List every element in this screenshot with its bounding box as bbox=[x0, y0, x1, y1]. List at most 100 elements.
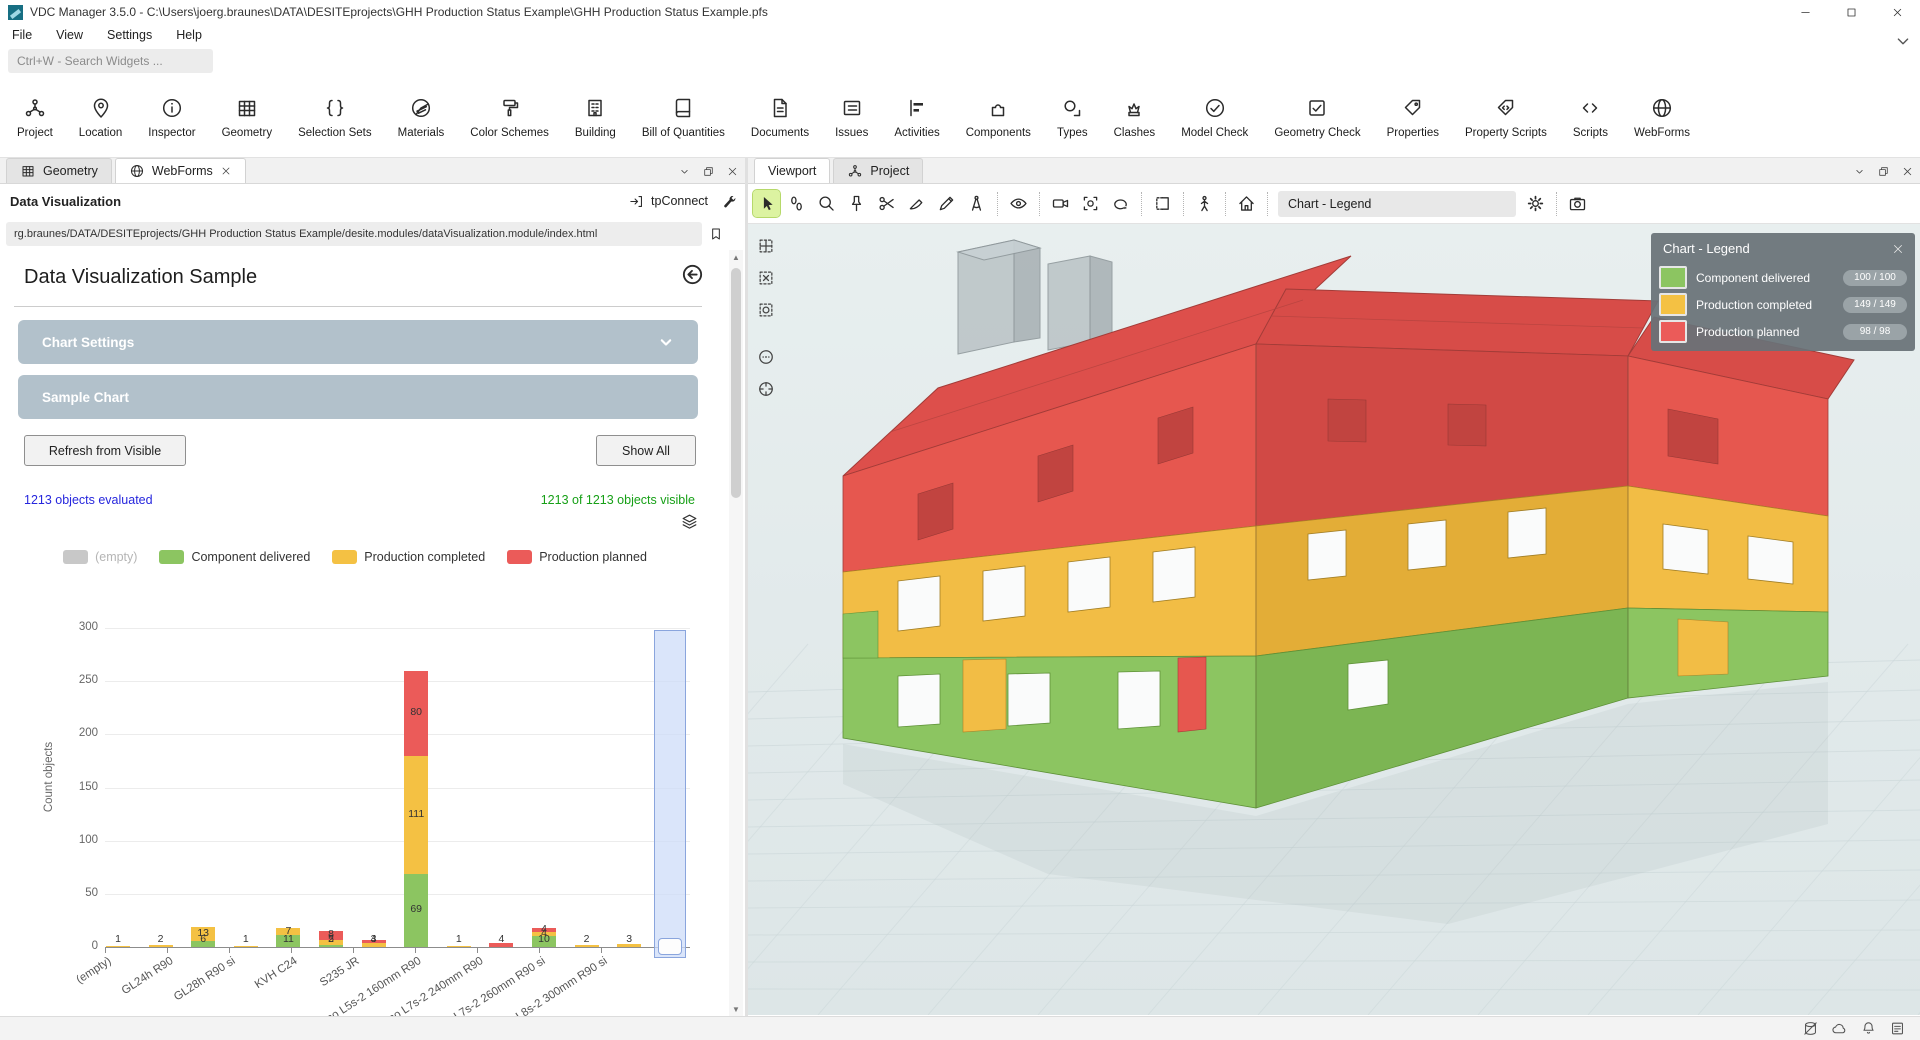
measure-tool[interactable] bbox=[963, 190, 990, 217]
close-button[interactable] bbox=[1898, 162, 1916, 180]
chart-settings-section[interactable]: Chart Settings bbox=[18, 320, 698, 364]
float-panel-button[interactable] bbox=[1874, 162, 1892, 180]
markup-tool[interactable] bbox=[933, 190, 960, 217]
left-tab-webforms[interactable]: WebForms bbox=[115, 158, 246, 183]
tab-close-button[interactable] bbox=[220, 165, 232, 177]
zoom-tool[interactable] bbox=[813, 190, 840, 217]
menu-file[interactable]: File bbox=[12, 28, 32, 42]
minimize-button[interactable] bbox=[1782, 0, 1828, 24]
toolbar-item-components[interactable]: Components bbox=[953, 90, 1044, 145]
walkthrough-tool[interactable] bbox=[1191, 190, 1218, 217]
toolbar-item-types[interactable]: Types bbox=[1044, 90, 1101, 145]
chart-zoom-handle[interactable] bbox=[658, 938, 682, 955]
camera-view-combo[interactable]: Chart - Legend bbox=[1278, 191, 1516, 217]
scrollbar-thumb[interactable] bbox=[731, 268, 741, 498]
camera-mode-tool[interactable] bbox=[1047, 190, 1074, 217]
scroll-up-arrow[interactable]: ▲ bbox=[729, 250, 743, 264]
section-tool[interactable] bbox=[1149, 190, 1176, 217]
viewport-3d[interactable]: Chart - Legend Component delivered100 / … bbox=[748, 224, 1920, 1015]
settings-wrench-button[interactable] bbox=[720, 193, 737, 210]
menu-help[interactable]: Help bbox=[176, 28, 202, 42]
layers-button[interactable] bbox=[680, 512, 699, 531]
toolbar-item-building[interactable]: Building bbox=[562, 90, 629, 145]
toolbar-item-issues[interactable]: Issues bbox=[822, 90, 881, 145]
back-button[interactable] bbox=[680, 262, 705, 287]
toolbar-item-property-scripts[interactable]: Property Scripts bbox=[1452, 90, 1560, 145]
toolbar-item-selection-sets[interactable]: Selection Sets bbox=[285, 90, 385, 145]
url-input[interactable]: rg.braunes/DATA/DESITEprojects/GHH Produ… bbox=[6, 222, 702, 246]
search-input[interactable]: Ctrl+W - Search Widgets ... bbox=[8, 49, 213, 73]
toolbar-item-inspector[interactable]: Inspector bbox=[135, 90, 208, 145]
legend-item[interactable]: Component delivered bbox=[159, 550, 310, 564]
toolbar-item-webforms[interactable]: WebForms bbox=[1621, 90, 1703, 145]
toolbar-item-geometry-check[interactable]: Geometry Check bbox=[1261, 90, 1373, 145]
close-button[interactable] bbox=[1874, 0, 1920, 24]
toolbar-item-materials[interactable]: Materials bbox=[385, 90, 458, 145]
left-tab-geometry[interactable]: Geometry bbox=[6, 158, 112, 183]
knife-tool[interactable] bbox=[903, 190, 930, 217]
orbit-tool[interactable] bbox=[1077, 190, 1104, 217]
cursor-icon bbox=[756, 193, 777, 214]
left-scrollbar[interactable]: ▲ ▼ bbox=[729, 250, 743, 1016]
notifications-button[interactable] bbox=[1860, 1020, 1877, 1037]
chevron-down-button[interactable] bbox=[1850, 162, 1868, 180]
marquee-circle-tool[interactable] bbox=[752, 296, 779, 323]
overlay-close-button[interactable] bbox=[1891, 242, 1905, 256]
focus-target-tool[interactable] bbox=[752, 375, 779, 402]
visibility-tool[interactable] bbox=[1005, 190, 1032, 217]
legend-item[interactable]: (empty) bbox=[63, 550, 137, 564]
menu-view[interactable]: View bbox=[56, 28, 83, 42]
home-view-button[interactable] bbox=[1233, 190, 1260, 217]
stacked-bar-chart[interactable]: 050100150200250300Count objects(empty)GL… bbox=[0, 596, 745, 1016]
toolbar-item-documents[interactable]: Documents bbox=[738, 90, 822, 145]
y-axis-tick-label: 0 bbox=[40, 940, 98, 952]
scroll-down-arrow[interactable]: ▼ bbox=[729, 1002, 743, 1016]
chart-zoom-brush[interactable] bbox=[654, 630, 686, 958]
screenshot-button[interactable] bbox=[1564, 190, 1591, 217]
dashed-x-icon bbox=[756, 268, 776, 288]
pin-tool[interactable] bbox=[843, 190, 870, 217]
maximize-button[interactable] bbox=[1828, 0, 1874, 24]
close-button[interactable] bbox=[723, 162, 741, 180]
sample-chart-section[interactable]: Sample Chart bbox=[18, 375, 698, 419]
bookmark-button[interactable] bbox=[708, 226, 724, 242]
viewport-settings-button[interactable] bbox=[1522, 190, 1549, 217]
marquee-grid-tool[interactable] bbox=[752, 232, 779, 259]
menu-settings[interactable]: Settings bbox=[107, 28, 152, 42]
toolbar-item-location[interactable]: Location bbox=[66, 90, 135, 145]
legend-item[interactable]: Production completed bbox=[332, 550, 485, 564]
toolbar-item-clashes[interactable]: Clashes bbox=[1101, 90, 1169, 145]
refresh-from-visible-button[interactable]: Refresh from Visible bbox=[24, 435, 186, 466]
database-disconnected-button[interactable] bbox=[1802, 1020, 1819, 1037]
tpconnect-button[interactable]: tpConnect bbox=[628, 193, 708, 210]
walk-tool[interactable] bbox=[783, 190, 810, 217]
lasso-tool[interactable] bbox=[1107, 190, 1134, 217]
toolbar-item-geometry[interactable]: Geometry bbox=[209, 90, 286, 145]
toolbar-item-project[interactable]: Project bbox=[4, 90, 66, 145]
toolbar-item-scripts[interactable]: Scripts bbox=[1560, 90, 1621, 145]
cloud-button[interactable] bbox=[1831, 1020, 1848, 1037]
toolbar-overflow-button[interactable] bbox=[1892, 30, 1914, 52]
select-tool[interactable] bbox=[753, 190, 780, 217]
toolbar-item-activities[interactable]: Activities bbox=[881, 90, 952, 145]
toolbar-item-label: Location bbox=[79, 127, 122, 139]
render-options-tool[interactable] bbox=[752, 343, 779, 370]
right-tab-project[interactable]: Project bbox=[833, 158, 923, 183]
toolbar-item-bill-of-quantities[interactable]: Bill of Quantities bbox=[629, 90, 738, 145]
bar-value-label: 3 bbox=[357, 933, 391, 945]
legend-item[interactable]: Production planned bbox=[507, 550, 647, 564]
float-panel-icon bbox=[702, 165, 715, 178]
clip-tool[interactable] bbox=[873, 190, 900, 217]
toolbar-item-properties[interactable]: Properties bbox=[1374, 90, 1452, 145]
toolbar-item-label: Components bbox=[966, 127, 1031, 139]
right-tab-viewport[interactable]: Viewport bbox=[754, 158, 830, 183]
report-button[interactable] bbox=[1889, 1020, 1906, 1037]
bar-value-label: 69 bbox=[399, 903, 433, 915]
toolbar-item-color-schemes[interactable]: Color Schemes bbox=[457, 90, 562, 145]
marquee-deselect-tool[interactable] bbox=[752, 264, 779, 291]
x-axis-tick bbox=[353, 948, 354, 953]
toolbar-item-model-check[interactable]: Model Check bbox=[1168, 90, 1261, 145]
show-all-button[interactable]: Show All bbox=[596, 435, 696, 466]
float-panel-button[interactable] bbox=[699, 162, 717, 180]
chevron-down-button[interactable] bbox=[675, 162, 693, 180]
